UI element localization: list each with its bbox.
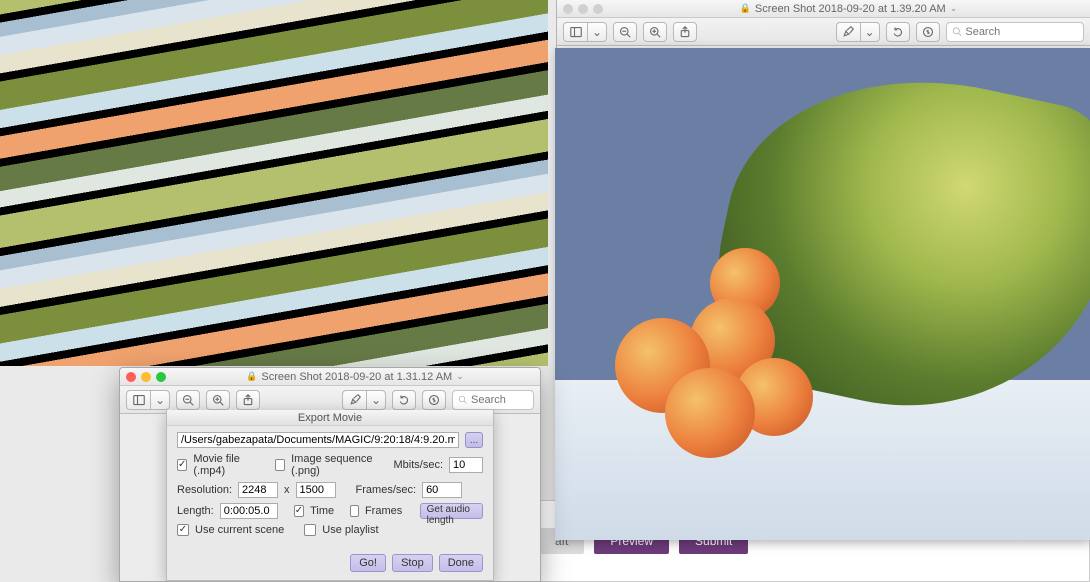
markup-dropdown[interactable]: ⌄ <box>860 22 880 42</box>
edit-button[interactable] <box>422 390 446 410</box>
res-sep: x <box>284 484 290 496</box>
markup-button[interactable] <box>836 22 860 42</box>
time-checkbox[interactable] <box>294 505 304 517</box>
search-field[interactable] <box>946 22 1084 42</box>
sidebar-toggle-button[interactable] <box>563 22 587 42</box>
image-sequence-label: Image sequence (.png) <box>291 453 381 477</box>
search-icon <box>458 394 467 405</box>
dropdown-button[interactable]: ⌄ <box>587 22 607 42</box>
left-artwork-canvas <box>0 0 548 366</box>
zoom-in-button[interactable] <box>643 22 667 42</box>
image-sequence-checkbox[interactable] <box>275 459 285 471</box>
dropdown-button[interactable]: ⌄ <box>150 390 170 410</box>
minimize-icon[interactable] <box>578 4 588 14</box>
get-audio-length-button[interactable]: Get audio length <box>420 503 483 519</box>
fps-label: Frames/sec: <box>356 484 417 496</box>
export-title: Export Movie <box>167 410 493 426</box>
window-controls[interactable] <box>126 372 166 382</box>
stop-button[interactable]: Stop <box>392 554 433 572</box>
close-icon[interactable] <box>126 372 136 382</box>
use-current-scene-label: Use current scene <box>195 524 284 536</box>
markup-button[interactable] <box>342 390 366 410</box>
frames-label: Frames <box>365 505 402 517</box>
time-label: Time <box>310 505 334 517</box>
toolbar: ⌄ ⌄ <box>557 18 1090 46</box>
resolution-label: Resolution: <box>177 484 232 496</box>
chevron-down-icon[interactable]: ⌄ <box>456 371 464 382</box>
search-input[interactable] <box>471 394 528 406</box>
search-field[interactable] <box>452 390 534 410</box>
movie-file-checkbox[interactable] <box>177 459 187 471</box>
zoom-in-button[interactable] <box>206 390 230 410</box>
frames-checkbox[interactable] <box>350 505 359 517</box>
export-path-input[interactable] <box>177 432 459 448</box>
share-button[interactable] <box>236 390 260 410</box>
window-title: Screen Shot 2018-09-20 at 1.31.12 AM <box>261 371 452 383</box>
length-label: Length: <box>177 505 214 517</box>
movie-file-label: Movie file (.mp4) <box>193 453 258 477</box>
lock-icon: 🔒 <box>246 371 257 382</box>
sidebar-toggle-button[interactable] <box>126 390 150 410</box>
rotate-button[interactable] <box>392 390 416 410</box>
go-button[interactable]: Go! <box>350 554 386 572</box>
radish-painting-canvas <box>555 48 1090 540</box>
rotate-button[interactable] <box>886 22 910 42</box>
fps-input[interactable] <box>422 482 462 498</box>
browse-button[interactable]: ... <box>465 432 483 448</box>
search-input[interactable] <box>965 26 1078 38</box>
use-playlist-label: Use playlist <box>322 524 378 536</box>
res-width-input[interactable] <box>238 482 278 498</box>
export-sheet: Export Movie ... Movie file (.mp4) Image… <box>166 410 494 581</box>
close-icon[interactable] <box>563 4 573 14</box>
length-input[interactable] <box>220 503 278 519</box>
zoom-out-button[interactable] <box>176 390 200 410</box>
mbits-input[interactable] <box>449 457 483 473</box>
share-button[interactable] <box>673 22 697 42</box>
minimize-icon[interactable] <box>141 372 151 382</box>
titlebar: 🔒 Screen Shot 2018-09-20 at 1.31.12 AM ⌄ <box>120 368 540 386</box>
search-icon <box>952 26 962 37</box>
window-controls[interactable] <box>563 4 603 14</box>
zoom-icon[interactable] <box>593 4 603 14</box>
lock-icon: 🔒 <box>740 3 751 14</box>
zoom-icon[interactable] <box>156 372 166 382</box>
chevron-down-icon[interactable]: ⌄ <box>950 3 958 14</box>
edit-button[interactable] <box>916 22 940 42</box>
zoom-out-button[interactable] <box>613 22 637 42</box>
res-height-input[interactable] <box>296 482 336 498</box>
mbits-label: Mbits/sec: <box>393 459 443 471</box>
titlebar: 🔒 Screen Shot 2018-09-20 at 1.39.20 AM ⌄ <box>557 0 1090 18</box>
window-title: Screen Shot 2018-09-20 at 1.39.20 AM <box>755 3 946 15</box>
use-playlist-checkbox[interactable] <box>304 524 316 536</box>
use-current-scene-checkbox[interactable] <box>177 524 189 536</box>
markup-dropdown[interactable]: ⌄ <box>366 390 386 410</box>
preview-window-export: 🔒 Screen Shot 2018-09-20 at 1.31.12 AM ⌄… <box>119 367 541 582</box>
done-button[interactable]: Done <box>439 554 483 572</box>
